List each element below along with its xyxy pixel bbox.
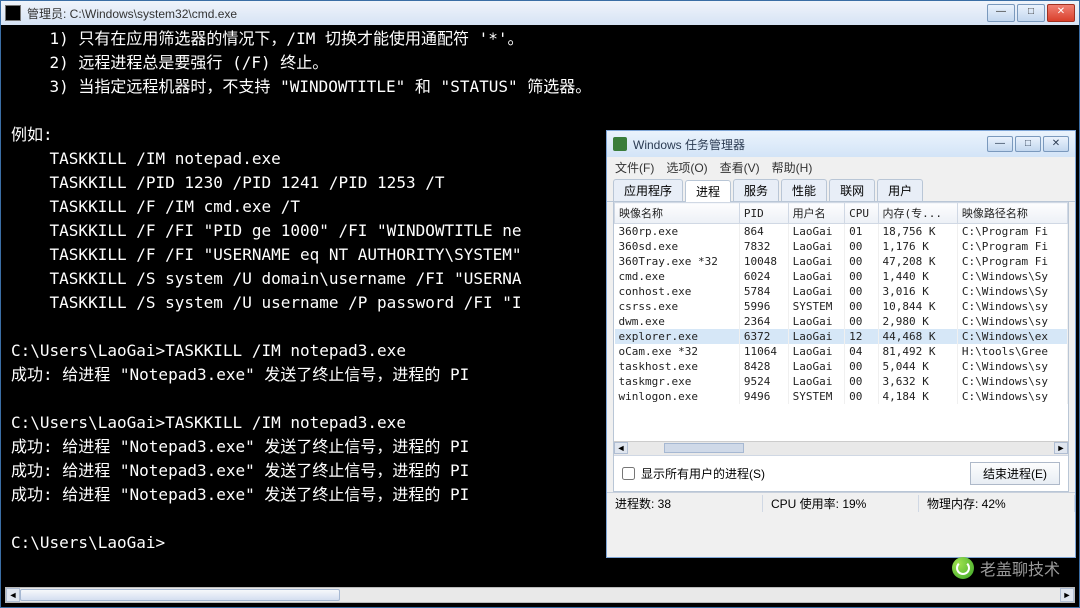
tm-maximize-button[interactable]: □ xyxy=(1015,136,1041,152)
tm-tab[interactable]: 进程 xyxy=(685,180,731,202)
table-row[interactable]: csrss.exe5996SYSTEM0010,844 KC:\Windows\… xyxy=(615,299,1068,314)
table-row[interactable]: 360Tray.exe *3210048LaoGai0047,208 KC:\P… xyxy=(615,254,1068,269)
tm-column-header[interactable]: PID xyxy=(739,203,788,224)
end-process-button[interactable]: 结束进程(E) xyxy=(970,462,1060,485)
watermark: 老盖聊技术 xyxy=(952,556,1060,580)
tm-tab[interactable]: 性能 xyxy=(781,179,827,201)
table-row[interactable]: explorer.exe6372LaoGai1244,468 KC:\Windo… xyxy=(615,329,1068,344)
tm-tab[interactable]: 服务 xyxy=(733,179,779,201)
cmd-title: 管理员: C:\Windows\system32\cmd.exe xyxy=(27,5,987,22)
cmd-horizontal-scrollbar[interactable]: ◄ ► xyxy=(5,587,1075,603)
cmd-maximize-button[interactable]: □ xyxy=(1017,4,1045,22)
table-row[interactable]: 360sd.exe7832LaoGai001,176 KC:\Program F… xyxy=(615,239,1068,254)
status-cpu-usage: CPU 使用率: 19% xyxy=(763,495,919,512)
tm-column-header[interactable]: 用户名 xyxy=(788,203,844,224)
tm-titlebar[interactable]: Windows 任务管理器 — □ ✕ xyxy=(607,131,1075,157)
table-row[interactable]: taskmgr.exe9524LaoGai003,632 KC:\Windows… xyxy=(615,374,1068,389)
tm-minimize-button[interactable]: — xyxy=(987,136,1013,152)
tm-tab-strip: 应用程序进程服务性能联网用户 xyxy=(607,177,1075,202)
show-all-users-label: 显示所有用户的进程(S) xyxy=(641,465,765,482)
table-row[interactable]: oCam.exe *3211064LaoGai0481,492 KH:\tool… xyxy=(615,344,1068,359)
tm-title: Windows 任务管理器 xyxy=(633,136,987,153)
tm-column-header[interactable]: 映像路径名称 xyxy=(957,203,1067,224)
tm-column-header[interactable]: CPU xyxy=(845,203,878,224)
cmd-window-buttons: — □ ✕ xyxy=(987,4,1075,22)
cmd-minimize-button[interactable]: — xyxy=(987,4,1015,22)
scroll-thumb[interactable] xyxy=(20,589,340,601)
tm-close-button[interactable]: ✕ xyxy=(1043,136,1069,152)
scroll-right-arrow-icon[interactable]: ► xyxy=(1054,442,1068,454)
tm-process-table-wrap[interactable]: 映像名称PID用户名CPU内存(专...映像路径名称 360rp.exe864L… xyxy=(614,202,1068,441)
show-all-users-checkbox[interactable] xyxy=(622,467,635,480)
wechat-logo-icon xyxy=(952,557,974,579)
scroll-thumb[interactable] xyxy=(664,443,744,453)
tm-process-table: 映像名称PID用户名CPU内存(专...映像路径名称 360rp.exe864L… xyxy=(614,202,1068,404)
tm-horizontal-scrollbar[interactable]: ◄ ► xyxy=(614,441,1068,455)
table-row[interactable]: conhost.exe5784LaoGai003,016 KC:\Windows… xyxy=(615,284,1068,299)
tm-column-header[interactable]: 映像名称 xyxy=(615,203,740,224)
table-row[interactable]: winlogon.exe9496SYSTEM004,184 KC:\Window… xyxy=(615,389,1068,404)
tm-menu-bar: 文件(F) 选项(O) 查看(V) 帮助(H) xyxy=(607,157,1075,177)
tm-menu-item[interactable]: 文件(F) xyxy=(615,161,654,175)
tm-icon xyxy=(613,137,627,151)
tm-window-buttons: — □ ✕ xyxy=(987,136,1069,152)
cmd-icon xyxy=(5,5,21,21)
table-row[interactable]: dwm.exe2364LaoGai002,980 KC:\Windows\sy xyxy=(615,314,1068,329)
tm-menu-item[interactable]: 帮助(H) xyxy=(772,161,813,175)
status-process-count: 进程数: 38 xyxy=(607,495,763,512)
tm-tab[interactable]: 应用程序 xyxy=(613,179,683,201)
tm-content: 映像名称PID用户名CPU内存(专...映像路径名称 360rp.exe864L… xyxy=(613,202,1069,492)
table-row[interactable]: taskhost.exe8428LaoGai005,044 KC:\Window… xyxy=(615,359,1068,374)
tm-menu-item[interactable]: 选项(O) xyxy=(666,161,707,175)
tm-status-bar: 进程数: 38 CPU 使用率: 19% 物理内存: 42% xyxy=(607,492,1075,514)
table-row[interactable]: 360rp.exe864LaoGai0118,756 KC:\Program F… xyxy=(615,224,1068,240)
tm-footer: 显示所有用户的进程(S) 结束进程(E) xyxy=(614,455,1068,491)
scroll-right-arrow-icon[interactable]: ► xyxy=(1060,588,1074,602)
table-row[interactable]: cmd.exe6024LaoGai001,440 KC:\Windows\Sy xyxy=(615,269,1068,284)
cmd-titlebar[interactable]: 管理员: C:\Windows\system32\cmd.exe — □ ✕ xyxy=(1,1,1079,25)
status-memory-usage: 物理内存: 42% xyxy=(919,495,1075,512)
tm-tab[interactable]: 联网 xyxy=(829,179,875,201)
scroll-left-arrow-icon[interactable]: ◄ xyxy=(6,588,20,602)
watermark-text: 老盖聊技术 xyxy=(980,556,1060,580)
cmd-close-button[interactable]: ✕ xyxy=(1047,4,1075,22)
tm-tab[interactable]: 用户 xyxy=(877,179,923,201)
task-manager-window: Windows 任务管理器 — □ ✕ 文件(F) 选项(O) 查看(V) 帮助(H)… xyxy=(606,130,1076,558)
scroll-left-arrow-icon[interactable]: ◄ xyxy=(614,442,628,454)
tm-menu-item[interactable]: 查看(V) xyxy=(720,161,760,175)
tm-column-header[interactable]: 内存(专... xyxy=(878,203,957,224)
